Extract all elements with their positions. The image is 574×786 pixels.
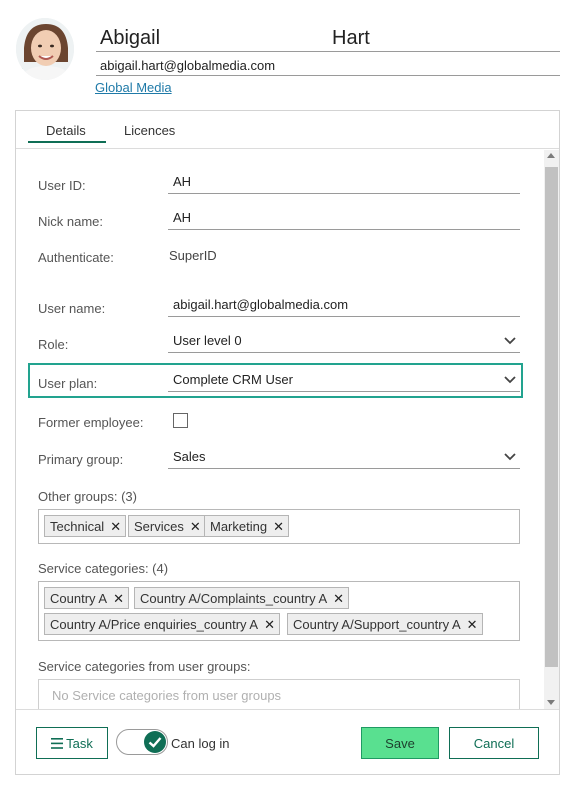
avatar xyxy=(16,18,74,80)
role-select[interactable]: User level 0 xyxy=(168,331,520,353)
primary-group-value: Sales xyxy=(173,449,206,464)
remove-tag-icon[interactable]: ✕ xyxy=(110,519,121,535)
tag-label: Country A/Price enquiries_country A xyxy=(50,617,259,632)
scroll-up-arrow-icon[interactable] xyxy=(547,153,555,158)
email-value: abigail.hart@globalmedia.com xyxy=(100,58,276,73)
chevron-down-icon[interactable] xyxy=(502,333,518,349)
user-id-label: User ID: xyxy=(38,178,86,193)
service-categories-from-groups-label: Service categories from user groups: xyxy=(38,659,251,674)
role-label: Role: xyxy=(38,337,69,352)
tag-services: Services ✕ xyxy=(128,515,206,537)
primary-group-select[interactable]: Sales xyxy=(168,447,520,469)
chevron-down-icon[interactable] xyxy=(502,449,518,465)
tag-label: Country A/Complaints_country A xyxy=(140,591,328,606)
user-plan-label: User plan: xyxy=(38,376,98,391)
authenticate-label: Authenticate: xyxy=(38,250,114,265)
tag-label: Marketing xyxy=(210,519,268,534)
tag-marketing: Marketing ✕ xyxy=(204,515,289,537)
tab-details[interactable]: Details xyxy=(46,123,86,138)
remove-tag-icon[interactable]: ✕ xyxy=(264,617,275,633)
menu-lines-icon xyxy=(51,737,64,749)
scroll-thumb[interactable] xyxy=(545,167,558,667)
details-form: User ID: AH Nick name: AH Authenticate: … xyxy=(16,150,559,709)
tag-label: Services xyxy=(134,519,184,534)
cancel-button[interactable]: Cancel xyxy=(449,727,539,759)
remove-tag-icon[interactable]: ✕ xyxy=(190,519,201,535)
checkmark-icon xyxy=(148,737,162,748)
tag-country-a: Country A ✕ xyxy=(44,587,129,609)
user-plan-value: Complete CRM User xyxy=(173,372,293,387)
service-categories-label: Service categories: (4) xyxy=(38,561,169,576)
tag-label: Country A/Support_country A xyxy=(293,617,461,632)
tag-label: Country A xyxy=(50,591,108,606)
service-categories-box[interactable]: Country A ✕ Country A/Complaints_country … xyxy=(38,581,520,641)
remove-tag-icon[interactable]: ✕ xyxy=(113,591,124,607)
chevron-down-icon[interactable] xyxy=(502,372,518,388)
name-fields: Abigail Hart xyxy=(96,24,560,52)
vertical-scrollbar[interactable] xyxy=(544,150,559,709)
toggle-knob xyxy=(144,731,166,753)
nick-name-label: Nick name: xyxy=(38,214,104,229)
scroll-down-arrow-icon[interactable] xyxy=(547,700,555,705)
nick-name-value: AH xyxy=(173,210,192,225)
can-log-in-label: Can log in xyxy=(171,736,230,751)
role-value: User level 0 xyxy=(173,333,242,348)
tag-complaints: Country A/Complaints_country A ✕ xyxy=(134,587,350,609)
remove-tag-icon[interactable]: ✕ xyxy=(333,591,344,607)
user-name-field[interactable]: abigail.hart@globalmedia.com xyxy=(168,295,520,317)
remove-tag-icon[interactable]: ✕ xyxy=(467,617,478,633)
tag-support: Country A/Support_country A ✕ xyxy=(287,613,483,635)
tab-licences[interactable]: Licences xyxy=(124,123,175,138)
tag-price-enquiries: Country A/Price enquiries_country A ✕ xyxy=(44,613,281,635)
task-label: Task xyxy=(66,735,93,751)
tab-bar: Details Licences xyxy=(16,111,559,149)
email-field[interactable]: abigail.hart@globalmedia.com xyxy=(96,56,560,76)
former-employee-label: Former employee: xyxy=(38,415,144,430)
service-categories-from-groups-box: No Service categories from user groups xyxy=(38,679,520,709)
other-groups-label: Other groups: (3) xyxy=(38,489,137,504)
user-id-field[interactable]: AH xyxy=(168,172,520,194)
tag-label: Technical xyxy=(50,519,105,534)
dialog-footer: Task Can log in Save Cancel xyxy=(16,709,559,774)
active-tab-indicator xyxy=(28,141,106,143)
tag-technical: Technical ✕ xyxy=(44,515,127,537)
user-id-value: AH xyxy=(173,174,192,189)
last-name-field[interactable]: Hart xyxy=(332,27,370,50)
can-log-in-toggle[interactable] xyxy=(116,729,168,755)
user-details-panel: Details Licences User ID: AH Nick name: … xyxy=(15,110,560,775)
primary-group-label: Primary group: xyxy=(38,452,124,467)
user-name-label: User name: xyxy=(38,301,106,316)
nick-name-field[interactable]: AH xyxy=(168,208,520,230)
authenticate-value: SuperID xyxy=(169,248,217,263)
company-link[interactable]: Global Media xyxy=(95,80,172,95)
user-name-value: abigail.hart@globalmedia.com xyxy=(173,297,349,312)
save-button[interactable]: Save xyxy=(361,727,439,759)
former-employee-checkbox[interactable] xyxy=(173,413,188,428)
remove-tag-icon[interactable]: ✕ xyxy=(273,519,284,535)
user-plan-select[interactable]: Complete CRM User xyxy=(168,370,520,392)
empty-placeholder: No Service categories from user groups xyxy=(52,688,282,703)
task-button[interactable]: Task xyxy=(36,727,108,759)
first-name-field[interactable]: Abigail xyxy=(100,27,160,50)
other-groups-box[interactable]: Technical ✕ Services ✕ Marketing ✕ xyxy=(38,509,520,544)
